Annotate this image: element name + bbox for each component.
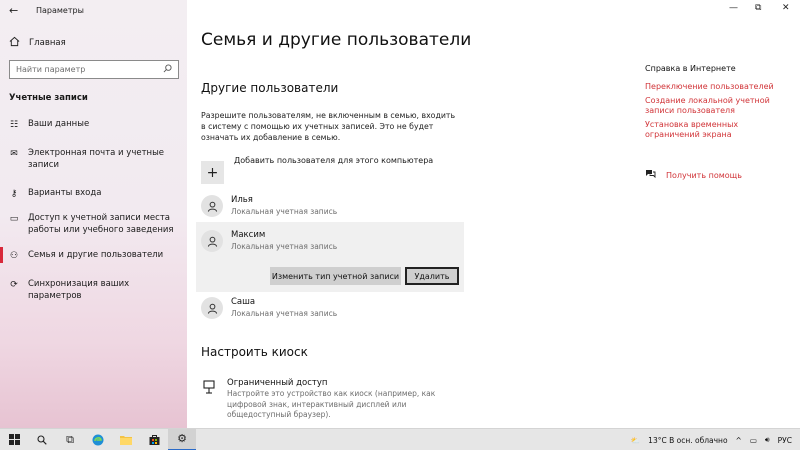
weather-text[interactable]: 13°C В осн. облачно xyxy=(648,436,727,445)
home-icon xyxy=(9,36,20,50)
sidebar: ← Параметры Главная Найти параметр Учетн… xyxy=(0,0,187,428)
restore-icon[interactable]: ⧉ xyxy=(755,3,761,13)
kiosk-item[interactable]: Ограниченный доступ Настройте это устрой… xyxy=(203,378,443,421)
search-icon[interactable] xyxy=(163,64,172,75)
user-name: Илья xyxy=(231,195,253,205)
add-user-button[interactable]: + Добавить пользователя для этого компью… xyxy=(201,156,434,184)
taskbar: ⧉ ⚙ ⛅ 13°C В осн. облачно ^ ▭ 🔊︎ РУС xyxy=(0,428,800,450)
help-panel: Справка в Интернете Переключение пользов… xyxy=(645,64,790,144)
file-explorer-icon[interactable] xyxy=(112,429,140,450)
person-card-icon: ☷ xyxy=(9,120,19,130)
sidebar-item-sync[interactable]: ⟳ Синхронизация ваших параметров xyxy=(0,278,187,302)
get-help-label: Получить помощь xyxy=(666,170,742,180)
plus-icon: + xyxy=(201,161,224,184)
kiosk-item-title: Ограниченный доступ xyxy=(227,378,328,388)
start-windows-icon[interactable] xyxy=(0,429,28,450)
sidebar-item-label: Варианты входа xyxy=(28,188,102,198)
sidebar-item-home[interactable]: Главная xyxy=(9,36,66,50)
user-item-sasha[interactable]: Саша Локальная учетная запись xyxy=(201,293,464,323)
sidebar-item-sign-in[interactable]: ⚷ Варианты входа xyxy=(0,187,187,200)
user-item-ilya[interactable]: Илья Локальная учетная запись xyxy=(201,191,464,221)
search-placeholder: Найти параметр xyxy=(16,65,86,74)
network-icon[interactable]: ▭ xyxy=(750,436,757,445)
task-view-icon[interactable]: ⧉ xyxy=(56,429,84,450)
kiosk-heading: Настроить киоск xyxy=(201,345,308,359)
volume-icon[interactable]: 🔊︎ xyxy=(765,435,770,445)
user-item-maksim[interactable]: Максим Локальная учетная запись xyxy=(201,226,464,256)
minimize-icon[interactable]: — xyxy=(729,3,738,13)
sidebar-item-label: Семья и другие пользователи xyxy=(28,250,164,260)
user-avatar-icon xyxy=(201,230,223,252)
system-tray: ⛅ 13°C В осн. облачно ^ ▭ 🔊︎ РУС xyxy=(631,429,792,450)
sidebar-item-work-access[interactable]: ▭ Доступ к учетной записи места работы и… xyxy=(0,212,187,236)
main-content: Семья и другие пользователи Другие польз… xyxy=(187,0,800,428)
help-title: Справка в Интернете xyxy=(645,64,736,73)
kiosk-item-description: Настройте это устройство как киоск (напр… xyxy=(227,389,436,419)
taskbar-search-icon[interactable] xyxy=(28,429,56,450)
user-avatar-icon xyxy=(201,195,223,217)
weather-icon[interactable]: ⛅ xyxy=(631,436,640,445)
help-link-screen-time-limits[interactable]: Установка временных ограничений экрана xyxy=(645,120,790,140)
sidebar-item-your-info[interactable]: ☷ Ваши данные xyxy=(0,118,187,131)
key-icon: ⚷ xyxy=(10,189,18,199)
sidebar-section-label: Учетные записи xyxy=(9,93,88,103)
change-account-type-button[interactable]: Изменить тип учетной записи xyxy=(270,267,401,285)
chevron-up-icon[interactable]: ^ xyxy=(736,436,742,445)
mail-icon: ✉ xyxy=(10,149,18,159)
window-title: Параметры xyxy=(36,6,84,15)
user-name: Саша xyxy=(231,297,256,307)
sidebar-item-email[interactable]: ✉ Электронная почта и учетные записи xyxy=(0,147,187,171)
user-name: Максим xyxy=(231,230,266,240)
sync-icon: ⟳ xyxy=(10,280,18,290)
edge-browser-icon[interactable] xyxy=(84,429,112,450)
other-users-heading: Другие пользователи xyxy=(201,81,339,95)
sidebar-item-label: Главная xyxy=(29,38,66,48)
sidebar-item-family[interactable]: ⚇ Семья и другие пользователи xyxy=(0,247,187,263)
sidebar-item-label: Ваши данные xyxy=(28,119,90,129)
kiosk-monitor-icon xyxy=(203,380,215,421)
back-arrow-icon[interactable]: ← xyxy=(9,4,18,17)
page-title: Семья и другие пользователи xyxy=(201,30,472,50)
family-icon: ⚇ xyxy=(9,251,19,261)
chat-help-icon xyxy=(645,169,656,181)
add-user-label: Добавить пользователя для этого компьюте… xyxy=(234,156,434,165)
briefcase-icon: ▭ xyxy=(9,214,19,224)
get-help-link[interactable]: Получить помощь xyxy=(645,169,742,181)
user-type: Локальная учетная запись xyxy=(231,207,338,216)
delete-user-button[interactable]: Удалить xyxy=(405,267,459,285)
other-users-description: Разрешите пользователям, не включенным в… xyxy=(201,111,456,142)
language-indicator[interactable]: РУС xyxy=(778,436,792,445)
store-icon[interactable] xyxy=(140,429,168,450)
sidebar-item-label: Синхронизация ваших параметров xyxy=(28,279,130,301)
sidebar-item-label: Электронная почта и учетные записи xyxy=(28,148,165,170)
user-avatar-icon xyxy=(201,297,223,319)
user-type: Локальная учетная запись xyxy=(231,309,338,318)
user-type: Локальная учетная запись xyxy=(231,242,338,251)
close-icon[interactable]: ✕ xyxy=(782,3,790,13)
sidebar-nav: ☷ Ваши данные ✉ Электронная почта и учет… xyxy=(0,118,187,302)
help-link-switch-users[interactable]: Переключение пользователей xyxy=(645,82,790,92)
search-input[interactable]: Найти параметр xyxy=(9,60,179,79)
help-link-create-local-account[interactable]: Создание локальной учетной записи пользо… xyxy=(645,96,790,116)
settings-gear-icon[interactable]: ⚙ xyxy=(168,428,196,450)
sidebar-item-label: Доступ к учетной записи места работы или… xyxy=(28,213,174,235)
